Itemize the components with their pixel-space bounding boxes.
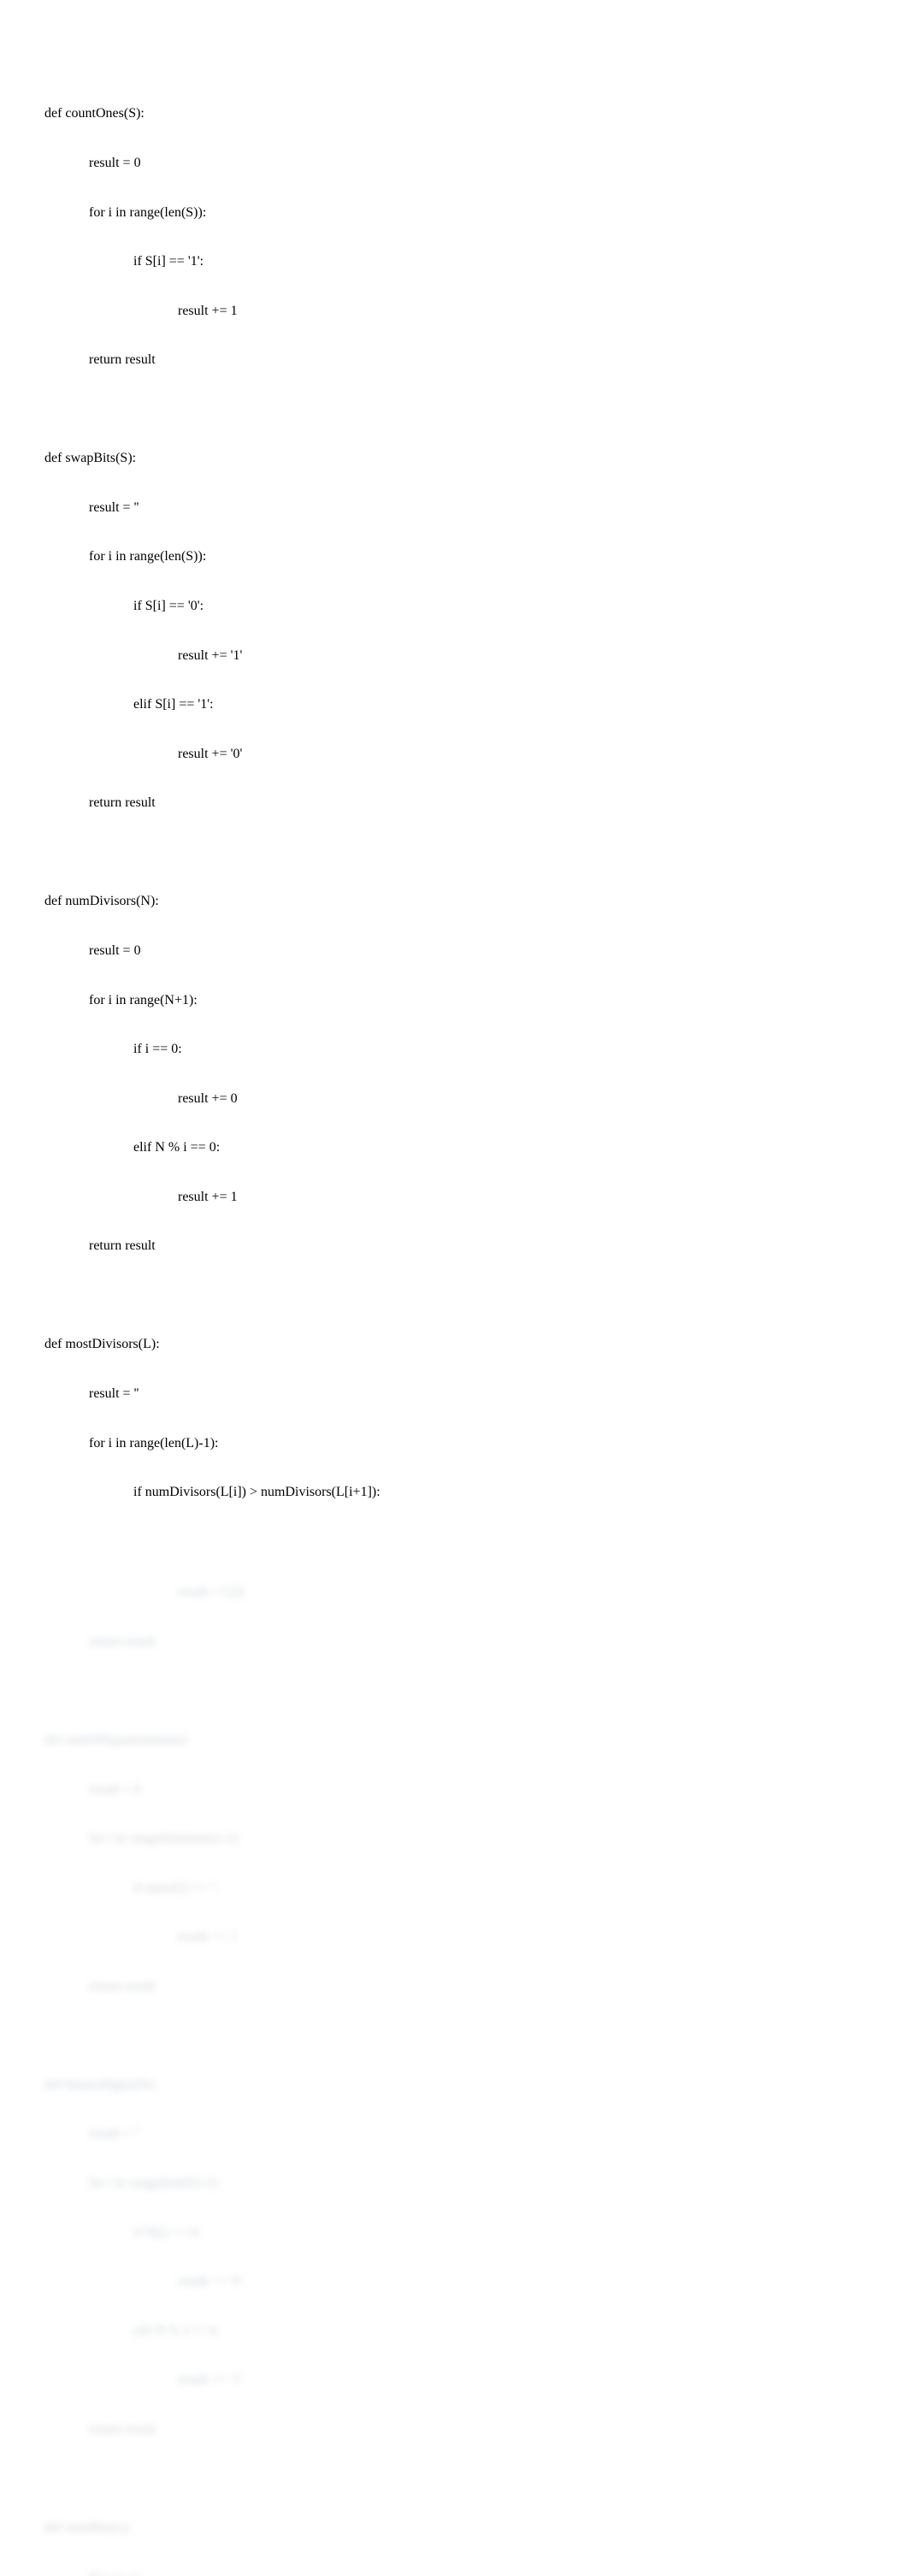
blurred-line: result = L[i] <box>44 1584 380 1600</box>
blank-line <box>44 1287 380 1303</box>
code-line: def countOnes(S): <box>44 105 380 121</box>
code-line: result += 1 <box>44 303 380 319</box>
blurred-line: result += '1' <box>44 2372 380 2388</box>
blurred-line: result = '' <box>44 2125 380 2142</box>
code-line: def mostDivisors(L): <box>44 1336 380 1352</box>
blurred-line: if name[i] == '': <box>44 1880 380 1896</box>
blurred-line: def binaryDigits(N): <box>44 2077 380 2093</box>
code-line: def numDivisors(N): <box>44 893 380 909</box>
code-line: result += 0 <box>44 1090 380 1107</box>
blurred-line: for i in range(len(N)-1): <box>44 2175 380 2191</box>
code-line: for i in range(N+1): <box>44 992 380 1008</box>
code-line: result += '0' <box>44 746 380 762</box>
blurred-line: if x <= 1: <box>44 2569 380 2576</box>
blurred-content: result = L[i] return result def sumOfSqu… <box>44 1551 380 2576</box>
code-line: for i in range(len(S)): <box>44 548 380 564</box>
code-line: def swapBits(S): <box>44 450 380 466</box>
code-line: result = 0 <box>44 155 380 171</box>
blurred-line: result = 0 <box>44 1781 380 1798</box>
blank-line <box>44 1682 380 1699</box>
blurred-line: result += 1 <box>44 1929 380 1945</box>
code-line: if numDivisors(L[i]) > numDivisors(L[i+1… <box>44 1484 380 1500</box>
code-line: return result <box>44 1238 380 1254</box>
code-document: def countOnes(S): result = 0 for i in ra… <box>44 73 380 2576</box>
code-line: if S[i] == '1': <box>44 253 380 269</box>
blurred-line: elif N % 2 != 0: <box>44 2323 380 2339</box>
blank-line <box>44 2027 380 2043</box>
blurred-line: if N[i] == 0: <box>44 2224 380 2241</box>
blank-line <box>44 844 380 860</box>
code-line: return result <box>44 352 380 368</box>
blurred-line: def numBits(x): <box>44 2520 380 2536</box>
code-line: elif S[i] == '1': <box>44 696 380 712</box>
code-line: result = 0 <box>44 942 380 959</box>
code-line: return result <box>44 795 380 811</box>
code-line: result += '1' <box>44 647 380 664</box>
blank-line <box>44 2470 380 2486</box>
blurred-line: return result <box>44 2421 380 2437</box>
blurred-line: return result <box>44 1634 380 1650</box>
code-line: result += 1 <box>44 1189 380 1205</box>
code-line: elif N % i == 0: <box>44 1139 380 1155</box>
code-line: for i in range(len(S)): <box>44 204 380 221</box>
blurred-line: def sumOfSquares(name): <box>44 1732 380 1748</box>
code-line: result = '' <box>44 1385 380 1402</box>
blank-line <box>44 401 380 417</box>
blurred-line: return result <box>44 1978 380 1994</box>
blurred-line: for i in range(len(name)-1): <box>44 1830 380 1846</box>
code-line: for i in range(len(L)-1): <box>44 1435 380 1451</box>
blurred-line: result += '0' <box>44 2273 380 2289</box>
code-line: if S[i] == '0': <box>44 598 380 614</box>
code-line: if i == 0: <box>44 1041 380 1057</box>
code-line: result = '' <box>44 499 380 516</box>
